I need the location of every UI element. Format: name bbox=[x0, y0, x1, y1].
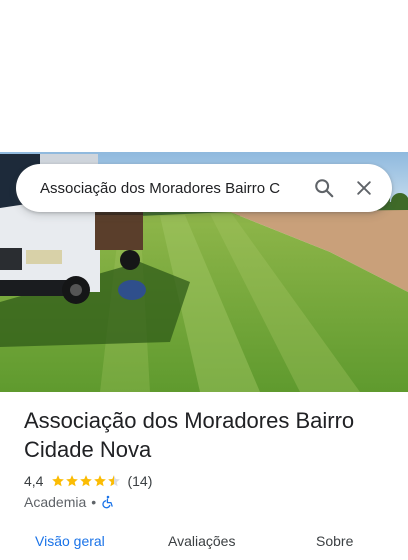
tab-overview[interactable]: Visão geral bbox=[35, 533, 105, 549]
category-row: Academia • bbox=[24, 493, 115, 511]
review-count[interactable]: (14) bbox=[127, 473, 152, 489]
star-rating bbox=[51, 474, 121, 488]
close-icon bbox=[357, 181, 371, 195]
rating-row[interactable]: 4,4 (14) bbox=[24, 472, 152, 490]
place-category: Academia bbox=[24, 494, 87, 510]
tab-bar: Visão geral Avaliações Sobre bbox=[0, 530, 408, 560]
place-title: Associação dos Moradores Bairro Cidade N… bbox=[24, 408, 355, 462]
star-icon bbox=[66, 475, 79, 487]
rating-value: 4,4 bbox=[24, 473, 44, 489]
search-button[interactable] bbox=[304, 168, 344, 208]
star-icon bbox=[94, 475, 107, 487]
star-icon bbox=[108, 475, 121, 487]
search-icon bbox=[315, 179, 334, 198]
tab-about[interactable]: Sobre bbox=[316, 533, 353, 549]
search-bar[interactable]: Associação dos Moradores Bairro C bbox=[16, 164, 392, 212]
tab-reviews[interactable]: Avaliações bbox=[168, 533, 235, 549]
star-icon bbox=[80, 475, 93, 487]
separator: • bbox=[91, 494, 97, 510]
star-icon bbox=[52, 475, 65, 487]
wheelchair-icon bbox=[102, 495, 113, 509]
clear-search-button[interactable] bbox=[344, 168, 384, 208]
search-input[interactable]: Associação dos Moradores Bairro C bbox=[40, 180, 304, 197]
